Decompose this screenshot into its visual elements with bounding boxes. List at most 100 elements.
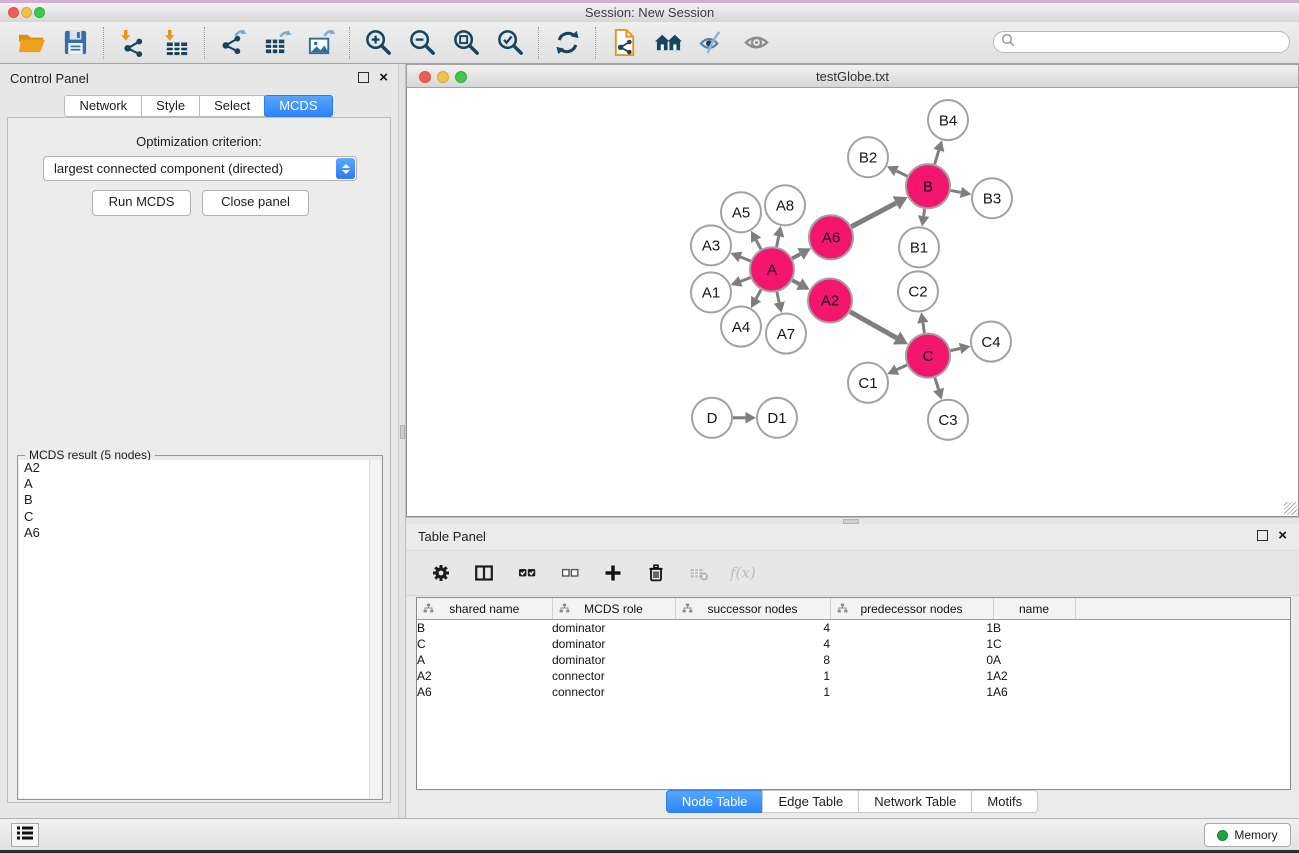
- column-header-predecessor-nodes[interactable]: predecessor nodes: [830, 598, 993, 620]
- graph-node-A5[interactable]: A5: [721, 192, 761, 232]
- cell[interactable]: 1: [675, 684, 830, 700]
- graph-node-B[interactable]: B: [906, 164, 950, 208]
- table-row[interactable]: Cdominator41C: [417, 636, 1290, 652]
- save-icon[interactable]: [59, 27, 91, 59]
- graph-edge-C-C2[interactable]: [923, 323, 925, 333]
- close-panel-icon[interactable]: ×: [379, 72, 388, 83]
- tab-node-table[interactable]: Node Table: [666, 790, 764, 813]
- network-window-titlebar[interactable]: testGlobe.txt: [406, 64, 1299, 88]
- table-row[interactable]: A6connector11A6: [417, 684, 1290, 700]
- graph-node-A8[interactable]: A8: [765, 185, 805, 225]
- zoom-selected-icon[interactable]: [494, 27, 526, 59]
- cell[interactable]: 8: [675, 652, 830, 668]
- graph-edge-A6-B[interactable]: [851, 203, 896, 227]
- graph-edge-B-B4[interactable]: [935, 150, 939, 164]
- run-mcds-button[interactable]: Run MCDS: [92, 190, 191, 216]
- task-history-button[interactable]: [11, 823, 39, 847]
- cell[interactable]: A6: [417, 684, 552, 700]
- graph-node-C2[interactable]: C2: [898, 271, 938, 311]
- cell[interactable]: 4: [675, 620, 830, 637]
- graph-node-B3[interactable]: B3: [972, 178, 1012, 218]
- show-all-icon[interactable]: [740, 27, 772, 59]
- cell[interactable]: 1: [830, 636, 993, 652]
- graph-node-A4[interactable]: A4: [721, 307, 761, 347]
- zoom-out-icon[interactable]: [406, 27, 438, 59]
- graph-edge-A-A5[interactable]: [756, 240, 761, 249]
- vertical-split-divider[interactable]: [398, 64, 406, 818]
- float-panel-icon[interactable]: [1257, 530, 1268, 541]
- table-row[interactable]: Bdominator41B: [417, 620, 1290, 637]
- column-header-MCDS-role[interactable]: MCDS role: [552, 598, 675, 620]
- cell[interactable]: B: [417, 620, 552, 637]
- mcds-result-item[interactable]: A: [19, 476, 381, 492]
- deselect-all-icon[interactable]: [557, 562, 583, 584]
- graph-node-A1[interactable]: A1: [691, 272, 731, 312]
- graph-edge-A-A3[interactable]: [740, 257, 750, 261]
- network-minimize-traffic-light[interactable]: [437, 71, 449, 83]
- columns-icon[interactable]: [471, 562, 497, 584]
- graph-edge-A-A1[interactable]: [741, 278, 751, 282]
- gear-icon[interactable]: [428, 562, 454, 584]
- close-panel-button[interactable]: Close panel: [202, 190, 309, 216]
- graph-edge-A-A6[interactable]: [792, 254, 800, 258]
- refresh-icon[interactable]: [551, 27, 583, 59]
- graph-edge-A-A2[interactable]: [792, 280, 799, 284]
- graph-node-C1[interactable]: C1: [848, 363, 888, 403]
- graph-node-A3[interactable]: A3: [691, 225, 731, 265]
- network-canvas[interactable]: B4B2BB3B1A5A8A6A3AA1A2A4A7C2C4CC1C3DD1: [406, 88, 1299, 517]
- tab-style[interactable]: Style: [141, 95, 200, 117]
- first-neighbors-icon[interactable]: [652, 27, 684, 59]
- hide-selected-icon[interactable]: [696, 27, 728, 59]
- graph-node-B1[interactable]: B1: [899, 227, 939, 267]
- column-header-successor-nodes[interactable]: successor nodes: [675, 598, 830, 620]
- column-header-name[interactable]: name: [993, 598, 1075, 620]
- cell[interactable]: A6: [993, 684, 1075, 700]
- cell[interactable]: A2: [993, 668, 1075, 684]
- split-grip-icon[interactable]: [400, 425, 405, 439]
- close-window-traffic-light[interactable]: [8, 7, 19, 18]
- optimization-criterion-select[interactable]: largest connected component (directed): [43, 156, 357, 181]
- cell[interactable]: connector: [552, 668, 675, 684]
- cell[interactable]: 4: [675, 636, 830, 652]
- network-from-selection-icon[interactable]: [608, 27, 640, 59]
- float-panel-icon[interactable]: [358, 72, 369, 83]
- cell[interactable]: connector: [552, 684, 675, 700]
- cell[interactable]: dominator: [552, 636, 675, 652]
- graph-node-A2[interactable]: A2: [808, 278, 852, 322]
- search-input[interactable]: [1019, 32, 1289, 52]
- graph-node-A7[interactable]: A7: [766, 314, 806, 354]
- graph-node-B2[interactable]: B2: [848, 137, 888, 177]
- graph-edge-B-B3[interactable]: [951, 190, 961, 192]
- graph-edge-A-A8[interactable]: [777, 236, 779, 247]
- graph-node-B4[interactable]: B4: [928, 100, 968, 140]
- graph-node-D[interactable]: D: [692, 398, 732, 438]
- minimize-window-traffic-light[interactable]: [21, 7, 32, 18]
- mcds-result-item[interactable]: B: [19, 492, 381, 508]
- tab-network[interactable]: Network: [64, 95, 142, 117]
- graph-node-A6[interactable]: A6: [809, 215, 853, 259]
- add-icon[interactable]: [600, 562, 626, 584]
- table-row[interactable]: A2connector11A2: [417, 668, 1290, 684]
- graph-node-C3[interactable]: C3: [928, 400, 968, 440]
- column-header-shared-name[interactable]: shared name: [417, 598, 552, 620]
- graph-node-D1[interactable]: D1: [757, 398, 797, 438]
- cell[interactable]: dominator: [552, 620, 675, 637]
- mcds-result-list[interactable]: A2ABCA6: [19, 460, 381, 798]
- graph-edge-A2-C[interactable]: [850, 312, 897, 338]
- zoom-window-traffic-light[interactable]: [34, 7, 45, 18]
- cell[interactable]: dominator: [552, 652, 675, 668]
- select-all-icon[interactable]: [514, 562, 540, 584]
- export-table-icon[interactable]: [261, 27, 293, 59]
- memory-button[interactable]: Memory: [1204, 823, 1291, 847]
- cell[interactable]: 1: [675, 668, 830, 684]
- cell[interactable]: C: [993, 636, 1075, 652]
- tab-edge-table[interactable]: Edge Table: [762, 790, 859, 813]
- export-network-icon[interactable]: [217, 27, 249, 59]
- resize-grip-icon[interactable]: [1284, 502, 1297, 515]
- cell[interactable]: A: [417, 652, 552, 668]
- export-image-icon[interactable]: [305, 27, 337, 59]
- mcds-result-item[interactable]: A6: [19, 525, 381, 541]
- cell[interactable]: B: [993, 620, 1075, 637]
- network-close-traffic-light[interactable]: [419, 71, 431, 83]
- graph-edge-B-B1[interactable]: [924, 209, 925, 216]
